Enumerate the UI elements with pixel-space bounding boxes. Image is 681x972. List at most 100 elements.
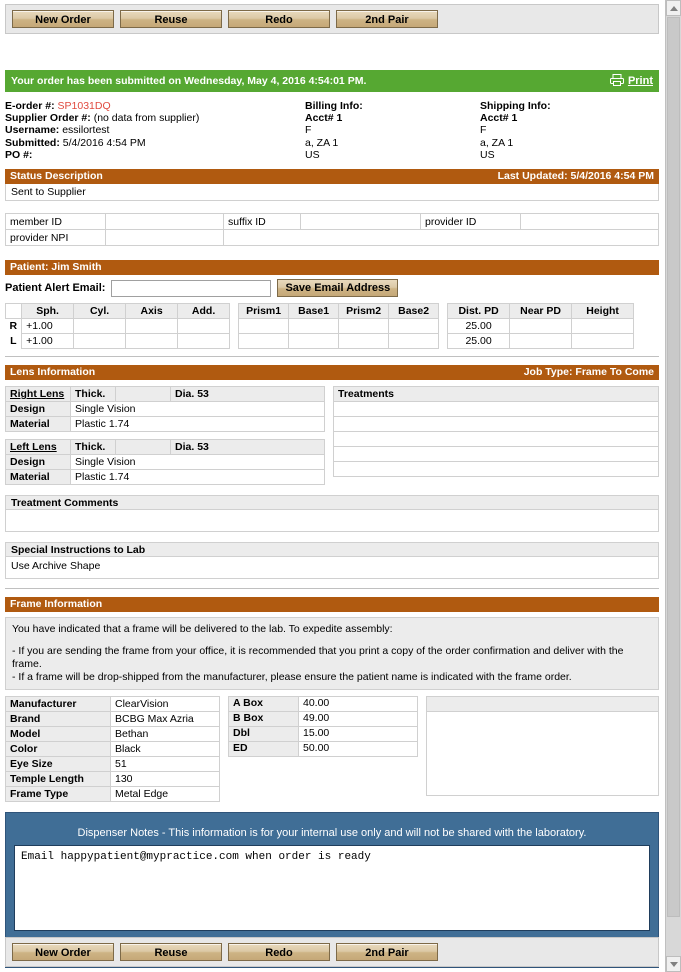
rx-left-height (571, 333, 635, 350)
rx-pd-table: Dist. PD Near PD Height 25.00 25.00 (447, 303, 635, 350)
second-pair-button[interactable]: 2nd Pair (336, 10, 438, 28)
rx-prism-table: Prism1 Base1 Prism2 Base2 (238, 303, 440, 350)
rx-header-prism1: Prism1 (238, 303, 290, 320)
redo-button[interactable]: Redo (228, 10, 330, 28)
frame-temple-length-value: 130 (110, 771, 220, 788)
supplier-order-label: Supplier Order #: (5, 112, 91, 125)
redo-button-bottom[interactable]: Redo (228, 943, 330, 961)
right-lens-table: Right Lens Thick. Dia. 53 Design Single … (5, 386, 325, 433)
lens-information-header-label: Lens Information (10, 366, 96, 379)
rx-right-height (571, 318, 635, 335)
dispenser-notes-title: Dispenser Notes - This information is fo… (77, 827, 587, 840)
new-order-button[interactable]: New Order (12, 10, 114, 28)
right-lens-material-value: Plastic 1.74 (70, 416, 325, 433)
suffix-id-label: suffix ID (223, 213, 301, 231)
print-link[interactable]: Print (609, 73, 653, 89)
frame-shape-preview-panel (426, 696, 659, 797)
frame-color-label: Color (5, 741, 111, 758)
provider-id-value[interactable] (520, 213, 659, 231)
billing-acct: Acct# 1 (305, 112, 343, 125)
new-order-button-bottom[interactable]: New Order (12, 943, 114, 961)
shipping-title: Shipping Info: (480, 100, 551, 112)
shipping-acct: Acct# 1 (480, 112, 518, 125)
vertical-scrollbar[interactable] (665, 0, 681, 972)
status-last-updated: Last Updated: 5/4/2016 4:54 PM (497, 170, 654, 183)
eorder-row: E-order #: SP1031DQ (5, 100, 305, 112)
scrollbar-thumb[interactable] (667, 17, 680, 917)
billing-line-3: a, ZA 1 (305, 136, 339, 149)
frame-notice-spacer (12, 636, 652, 645)
left-lens-design-value: Single Vision (70, 454, 325, 471)
rx-sphere-table: Sph. Cyl. Axis Add. R +1.00 L +1.00 (4, 303, 231, 350)
rx-header-sph: Sph. (21, 303, 75, 320)
frame-measurements-table: A Box 40.00 B Box 49.00 Dbl 15.00 ED 50.… (228, 696, 418, 758)
save-email-address-button[interactable]: Save Email Address (277, 279, 399, 298)
reuse-button[interactable]: Reuse (120, 10, 222, 28)
supplier-order-value: (no data from supplier) (93, 112, 200, 125)
frame-eye-size-value: 51 (110, 756, 220, 773)
frame-bbox-label: B Box (228, 711, 299, 728)
submitted-label: Submitted: (5, 136, 60, 149)
table-row: Material Plastic 1.74 (5, 416, 325, 433)
submitted-value: 5/4/2016 4:54 PM (62, 136, 146, 149)
member-id-value[interactable] (105, 213, 224, 231)
table-row (333, 401, 659, 418)
rx-section: Sph. Cyl. Axis Add. R +1.00 L +1.00 Pris… (4, 303, 659, 350)
rx-tables: Sph. Cyl. Axis Add. R +1.00 L +1.00 Pris… (4, 303, 659, 350)
frame-temple-length-label: Temple Length (5, 771, 111, 788)
rx-header-axis: Axis (125, 303, 179, 320)
patient-section: Patient: Jim Smith Patient Alert Email: … (5, 260, 659, 298)
rx-left-prism2 (338, 333, 390, 350)
table-row: Dist. PD Near PD Height (447, 303, 635, 320)
frame-brand-label: Brand (5, 711, 111, 728)
table-row: L +1.00 (6, 333, 231, 350)
divider-rx-lens (5, 356, 659, 358)
table-row: ED 50.00 (228, 741, 418, 758)
table-row: member ID suffix ID provider ID (5, 213, 659, 231)
status-header-bar: Status Description Last Updated: 5/4/201… (5, 169, 659, 185)
second-pair-button-bottom[interactable]: 2nd Pair (336, 943, 438, 961)
print-label: Print (627, 75, 653, 87)
lens-job-type: Job Type: Frame To Come (523, 366, 654, 379)
scroll-down-arrow-icon[interactable] (666, 956, 681, 972)
rx-right-base1 (288, 318, 340, 335)
rx-header-height: Height (571, 303, 635, 320)
frame-notice-line-3: - If you are sending the frame from your… (12, 645, 624, 671)
rx-header-base1: Base1 (288, 303, 340, 320)
rx-eye-header (4, 303, 23, 320)
rx-row-left-eye: L (10, 335, 17, 348)
table-row: 25.00 (447, 318, 635, 335)
frame-manufacturer-value: ClearVision (110, 696, 220, 713)
patient-alert-email-input[interactable] (111, 279, 272, 297)
frame-model-value: Bethan (110, 726, 220, 743)
shipping-line-2: F (480, 124, 487, 137)
supplier-order-row: Supplier Order #: (no data from supplier… (5, 112, 305, 124)
rx-right-add (177, 318, 231, 335)
treatment-row-5 (333, 461, 659, 478)
rx-header-prism2: Prism2 (338, 303, 390, 320)
page-content: New Order Reuse Redo 2nd Pair Your order… (0, 0, 665, 972)
scroll-up-arrow-icon[interactable] (666, 0, 681, 16)
rx-header-cyl: Cyl. (73, 303, 127, 320)
lens-detail-columns: Right Lens Thick. Dia. 53 Design Single … (5, 386, 659, 486)
treatment-comments-header: Treatment Comments (5, 495, 659, 511)
dispenser-notes-textarea[interactable] (14, 845, 650, 932)
rx-left-add (177, 333, 231, 350)
table-row: Temple Length 130 (5, 771, 220, 788)
frame-abox-value: 40.00 (298, 696, 418, 713)
suffix-id-value[interactable] (300, 213, 421, 231)
table-row: Brand BCBG Max Azria (5, 711, 220, 728)
frame-notice-line-4: - If a frame will be drop-shipped from t… (12, 671, 572, 684)
right-lens-dia: Dia. 53 (170, 386, 325, 403)
frame-manufacturer-label: Manufacturer (5, 696, 111, 713)
special-instructions-header: Special Instructions to Lab (5, 542, 659, 558)
reuse-button-bottom[interactable]: Reuse (120, 943, 222, 961)
rx-header-near-pd: Near PD (509, 303, 573, 320)
rx-row-right-eye: R (9, 320, 18, 333)
special-instructions-section: Special Instructions to Lab Use Archive … (5, 542, 659, 580)
frame-abox-label: A Box (228, 696, 299, 713)
rx-left-axis (125, 333, 179, 350)
provider-npi-value[interactable] (105, 229, 224, 247)
treatment-comments-section: Treatment Comments (5, 495, 659, 533)
left-lens-dia: Dia. 53 (170, 439, 325, 456)
